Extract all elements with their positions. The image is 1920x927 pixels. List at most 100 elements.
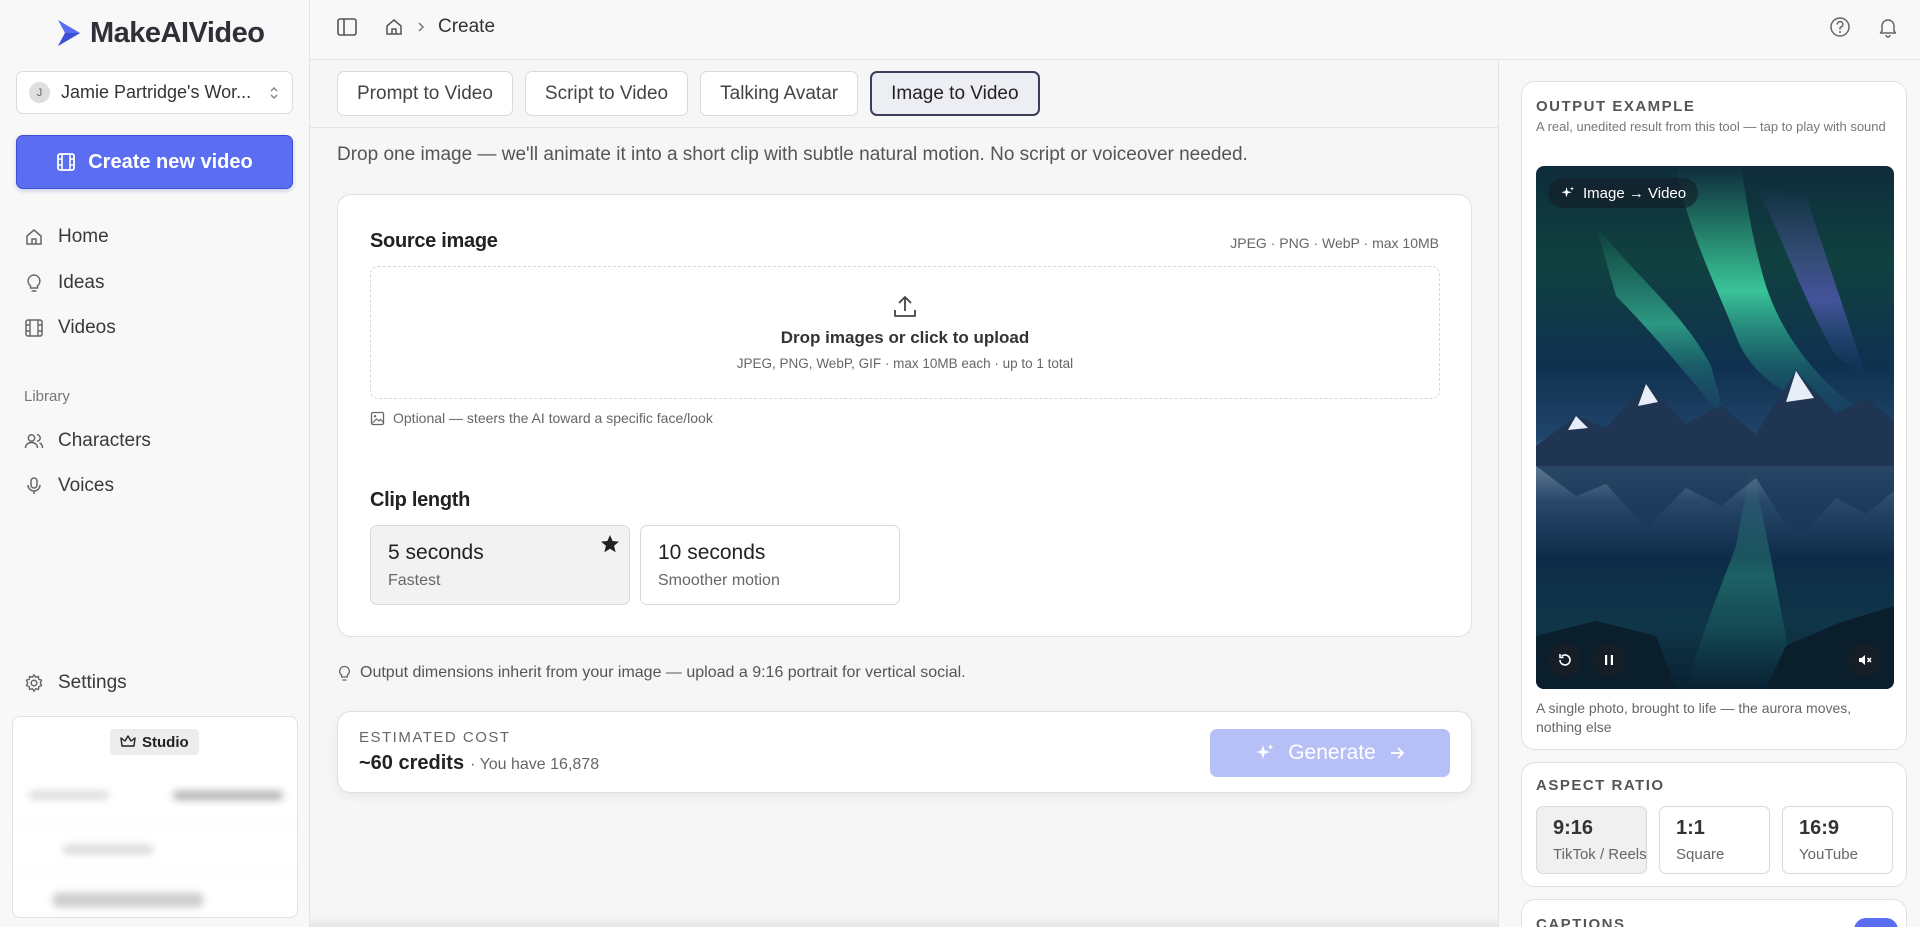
library-section-label: Library: [24, 388, 70, 405]
replay-button[interactable]: [1548, 643, 1582, 677]
lightbulb-icon: [24, 273, 44, 293]
sidebar-item-label: Videos: [58, 317, 116, 338]
credits-balance: · You have 16,878: [470, 756, 600, 773]
divider: [310, 127, 1498, 128]
pause-icon: [1602, 653, 1616, 667]
generate-button[interactable]: Generate: [1210, 729, 1450, 777]
breadcrumb: Create: [384, 0, 495, 54]
star-icon: [599, 533, 621, 555]
image-dropzone[interactable]: Drop images or click to upload JPEG, PNG…: [370, 266, 1440, 399]
scroll-fade: [310, 915, 1498, 927]
tip-text: Output dimensions inherit from your imag…: [360, 664, 966, 681]
gear-icon: [24, 673, 44, 693]
right-panel: OUTPUT EXAMPLE A real, unedited result f…: [1498, 60, 1920, 927]
sidebar-item-label: Ideas: [58, 272, 105, 293]
chevron-up-down-icon: [268, 85, 280, 101]
ratio-title: 16:9: [1799, 817, 1840, 839]
sidebar-item-label: Settings: [58, 672, 127, 693]
hint-text: Optional — steers the AI toward a specif…: [393, 410, 713, 426]
sidebar-item-characters[interactable]: Characters: [24, 426, 151, 456]
chevron-right-icon: [416, 20, 426, 34]
source-image-hint: Optional — steers the AI toward a specif…: [370, 410, 713, 426]
source-image-title: Source image: [370, 230, 498, 252]
aspect-ratio-card: ASPECT RATIO 9:16 TikTok / Reels 1:1 Squ…: [1521, 762, 1907, 887]
dropzone-subtitle: JPEG, PNG, WebP, GIF · max 10MB each · u…: [736, 356, 1074, 371]
sparkles-icon: [1254, 742, 1276, 764]
ratio-title: 9:16: [1553, 817, 1594, 839]
dropzone-title: Drop images or click to upload: [780, 328, 1030, 347]
clip-option-subtitle: Smoother motion: [658, 572, 780, 589]
workspace-switcher[interactable]: J Jamie Partridge's Wor...: [16, 71, 293, 114]
plan-badge-label: Studio: [142, 733, 189, 751]
clip-option-5s[interactable]: 5 seconds Fastest: [370, 525, 630, 605]
image-to-video-form: Source image JPEG · PNG · WebP · max 10M…: [337, 194, 1472, 637]
replay-icon: [1557, 652, 1573, 668]
sidebar-item-ideas[interactable]: Ideas: [24, 268, 104, 298]
generate-label: Generate: [1288, 741, 1376, 764]
create-new-video-button[interactable]: Create new video: [16, 135, 293, 189]
crown-icon: [120, 735, 136, 749]
video-mode-badge: Image → Video: [1548, 178, 1699, 208]
tab-prompt-to-video[interactable]: Prompt to Video: [337, 71, 513, 116]
captions-toggle[interactable]: [1854, 918, 1898, 927]
breadcrumb-current: Create: [438, 16, 496, 37]
ratio-subtitle: Square: [1676, 846, 1725, 863]
sidebar-item-label: Characters: [58, 430, 151, 451]
logo-text: MakeAIVideo: [90, 16, 265, 49]
output-example-caption: A single photo, brought to life — the au…: [1536, 700, 1852, 735]
image-icon: [370, 411, 385, 426]
home-icon[interactable]: [384, 17, 404, 37]
sidebar-toggle-icon[interactable]: [336, 17, 358, 37]
clip-option-10s[interactable]: 10 seconds Smoother motion: [640, 525, 900, 605]
sidebar: MakeAIVideo J Jamie Partridge's Wor... C…: [0, 0, 310, 927]
create-button-label: Create new video: [88, 150, 253, 173]
pause-button[interactable]: [1592, 643, 1626, 677]
ratio-option-9-16[interactable]: 9:16 TikTok / Reels: [1536, 806, 1647, 874]
cost-credits: ~60 credits: [359, 752, 465, 774]
clip-option-title: 10 seconds: [658, 541, 766, 564]
tab-image-to-video[interactable]: Image to Video: [870, 71, 1040, 116]
cost-value: ~60 credits · You have 16,878: [359, 752, 599, 775]
logo-mark-icon: [52, 16, 86, 50]
bell-icon[interactable]: [1877, 16, 1899, 38]
topbar: Create: [310, 0, 1920, 60]
ratio-subtitle: TikTok / Reels: [1553, 846, 1647, 863]
video-badge-label: Image → Video: [1583, 184, 1687, 202]
film-icon: [56, 152, 76, 172]
aspect-ratio-label: ASPECT RATIO: [1536, 777, 1665, 794]
tab-script-to-video[interactable]: Script to Video: [524, 71, 689, 116]
mute-button[interactable]: [1848, 643, 1882, 677]
plan-card: Studio: [12, 716, 298, 918]
logo[interactable]: MakeAIVideo: [52, 16, 265, 50]
sidebar-item-voices[interactable]: Voices: [24, 471, 114, 501]
output-example-label: OUTPUT EXAMPLE: [1536, 98, 1696, 115]
mode-tabs: Prompt to Video Script to Video Talking …: [337, 71, 1040, 116]
sidebar-item-settings[interactable]: Settings: [24, 668, 127, 698]
sidebar-item-home[interactable]: Home: [24, 222, 109, 252]
dimension-tip: Output dimensions inherit from your imag…: [337, 664, 966, 682]
volume-muted-icon: [1857, 652, 1873, 668]
workspace-name: Jamie Partridge's Wor...: [61, 82, 252, 102]
tab-talking-avatar[interactable]: Talking Avatar: [700, 71, 859, 116]
arrow-right-icon: [1388, 744, 1406, 762]
captions-label: CAPTIONS: [1536, 916, 1626, 927]
plan-badge: Studio: [110, 729, 199, 755]
output-example-subtitle: A real, unedited result from this tool —…: [1536, 119, 1886, 134]
lightbulb-icon: [337, 665, 352, 682]
ratio-option-1-1[interactable]: 1:1 Square: [1659, 806, 1770, 874]
ratio-option-16-9[interactable]: 16:9 YouTube: [1782, 806, 1893, 874]
aurora-landscape-image: [1536, 166, 1894, 689]
help-icon[interactable]: [1829, 16, 1851, 38]
sidebar-item-label: Home: [58, 226, 109, 247]
example-video[interactable]: Image → Video: [1536, 166, 1894, 689]
cost-bar: ESTIMATED COST ~60 credits · You have 16,…: [337, 711, 1472, 793]
avatar: J: [29, 82, 50, 103]
blurred-plan-details: [13, 765, 297, 917]
film-icon: [24, 318, 44, 338]
upload-icon: [892, 294, 918, 320]
clip-length-title: Clip length: [370, 489, 471, 511]
captions-card: CAPTIONS: [1521, 899, 1907, 927]
ratio-subtitle: YouTube: [1799, 846, 1858, 863]
sidebar-item-videos[interactable]: Videos: [24, 313, 116, 343]
accepted-formats: JPEG · PNG · WebP · max 10MB: [1230, 235, 1439, 251]
